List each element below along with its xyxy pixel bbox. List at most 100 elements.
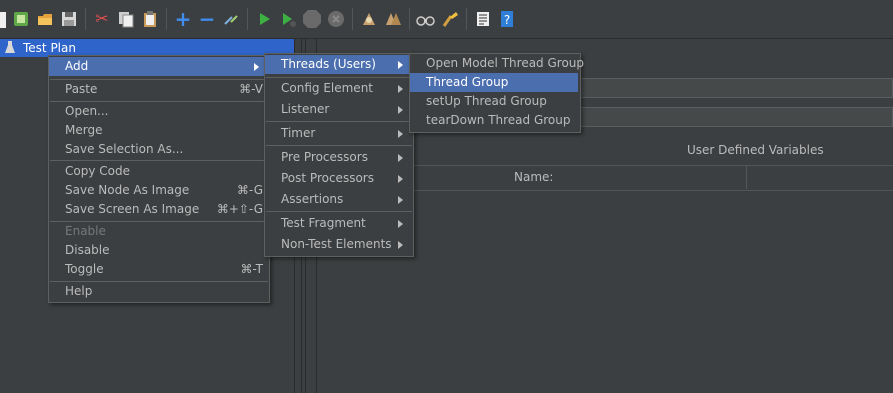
menu-separator xyxy=(266,211,412,212)
menu-item-pre-processors[interactable]: Pre Processors xyxy=(265,148,411,167)
stop-icon[interactable] xyxy=(301,8,323,30)
menu-item-threads[interactable]: Threads (Users) xyxy=(265,55,411,74)
menu-item-add[interactable]: Add xyxy=(49,57,267,76)
search-icon[interactable] xyxy=(415,8,437,30)
clear-all-icon[interactable] xyxy=(382,8,404,30)
menu-item-label: Assertions xyxy=(281,192,344,206)
menu-item-save-screen-image[interactable]: Save Screen As Image ⌘+⇧-G xyxy=(49,200,267,219)
toolbar-separator xyxy=(247,8,248,30)
menu-item-label: tearDown Thread Group xyxy=(426,113,571,127)
menu-item-save-selection[interactable]: Save Selection As... xyxy=(49,140,267,159)
menu-item-toggle[interactable]: Toggle ⌘-T xyxy=(49,260,267,279)
menu-separator xyxy=(266,145,412,146)
menu-item-copy-code[interactable]: Copy Code xyxy=(49,162,267,181)
menu-item-label: Paste xyxy=(65,82,98,96)
shortcut-label: ⌘-V xyxy=(239,82,263,96)
start-icon[interactable] xyxy=(253,8,275,30)
menu-separator xyxy=(50,160,268,161)
copy-icon[interactable] xyxy=(115,8,137,30)
menu-item-label: Timer xyxy=(281,126,316,140)
menu-item-label: Help xyxy=(65,284,93,298)
menu-item-label: Post Processors xyxy=(281,171,374,185)
menu-item-label: Save Node As Image xyxy=(65,183,190,197)
udv-label: User Defined Variables xyxy=(687,143,824,157)
expand-icon[interactable]: + xyxy=(172,8,194,30)
menu-item-help[interactable]: Help xyxy=(49,282,267,301)
menu-item-label: Disable xyxy=(65,243,110,257)
function-helper-icon[interactable] xyxy=(472,8,494,30)
reset-search-icon[interactable] xyxy=(439,8,461,30)
shutdown-icon[interactable] xyxy=(325,8,347,30)
shortcut-label: ⌘-G xyxy=(236,183,263,197)
threads-submenu: Open Model Thread Group Thread Group set… xyxy=(409,53,584,133)
save-icon[interactable] xyxy=(58,8,80,30)
menu-item-merge[interactable]: Merge xyxy=(49,121,267,140)
collapse-icon[interactable]: − xyxy=(196,8,218,30)
submenu-arrow-icon xyxy=(398,241,403,249)
menu-item-label: Enable xyxy=(65,224,106,238)
submenu-arrow-icon xyxy=(254,63,259,71)
menu-item-label: Config Element xyxy=(281,81,373,95)
menu-item-disable[interactable]: Disable xyxy=(49,241,267,260)
toolbar-separator xyxy=(166,8,167,30)
flask-icon xyxy=(4,40,18,57)
menu-item-label: Copy Code xyxy=(65,164,130,178)
name-column-header[interactable]: Name: xyxy=(514,170,553,184)
menu-item-paste[interactable]: Paste ⌘-V xyxy=(49,80,267,99)
shortcut-label: ⌘+⇧-G xyxy=(216,202,263,216)
menu-item-label: Pre Processors xyxy=(281,150,368,164)
paste-icon[interactable] xyxy=(139,8,161,30)
menu-separator xyxy=(266,77,412,78)
toolbar-separator xyxy=(466,8,467,30)
menu-item-listener[interactable]: Listener xyxy=(265,100,411,119)
submenu-arrow-icon xyxy=(398,85,403,93)
menu-item-label: Toggle xyxy=(65,262,104,276)
menu-item-label: Test Fragment xyxy=(281,216,366,230)
menu-item-timer[interactable]: Timer xyxy=(265,124,411,143)
toolbar-separator xyxy=(352,8,353,30)
context-menu: Add Paste ⌘-V Open... Merge Save Selecti… xyxy=(48,55,270,303)
menu-item-enable: Enable xyxy=(49,222,267,241)
column-divider xyxy=(746,165,747,189)
menu-item-config-element[interactable]: Config Element xyxy=(265,79,411,98)
start-no-pauses-icon[interactable] xyxy=(277,8,299,30)
submenu-arrow-icon xyxy=(398,61,403,69)
toolbar: ✂ + − ? xyxy=(0,0,893,39)
menu-item-assertions[interactable]: Assertions xyxy=(265,190,411,209)
clear-icon[interactable] xyxy=(358,8,380,30)
menu-item-label: Add xyxy=(65,59,89,73)
submenu-arrow-icon xyxy=(398,106,403,114)
templates-icon[interactable] xyxy=(10,8,32,30)
shortcut-label: ⌘-T xyxy=(240,262,263,276)
menu-item-label: Merge xyxy=(65,123,103,137)
toggle-icon[interactable] xyxy=(220,8,242,30)
menu-item-label: Thread Group xyxy=(426,75,509,89)
add-submenu: Threads (Users) Config Element Listener … xyxy=(264,53,414,257)
menu-item-label: Save Screen As Image xyxy=(65,202,200,216)
toolbar-separator xyxy=(85,8,86,30)
open-icon[interactable] xyxy=(34,8,56,30)
menu-item-test-fragment[interactable]: Test Fragment xyxy=(265,214,411,233)
help-icon[interactable]: ? xyxy=(496,8,518,30)
menu-item-label: Open Model Thread Group xyxy=(426,56,585,70)
submenu-arrow-icon xyxy=(398,220,403,228)
tree-item-label: Test Plan xyxy=(23,41,76,55)
menu-item-open-model-thread-group[interactable]: Open Model Thread Group xyxy=(410,54,584,73)
menu-item-label: Open... xyxy=(65,104,109,118)
menu-item-label: Save Selection As... xyxy=(65,142,184,156)
menu-item-open[interactable]: Open... xyxy=(49,102,267,121)
cut-icon[interactable]: ✂ xyxy=(91,8,113,30)
menu-item-setup-thread-group[interactable]: setUp Thread Group xyxy=(410,92,578,111)
svg-text:?: ? xyxy=(504,13,510,27)
menu-item-label: setUp Thread Group xyxy=(426,94,547,108)
menu-item-thread-group[interactable]: Thread Group xyxy=(410,73,578,92)
menu-item-label: Threads (Users) xyxy=(281,57,376,71)
new-icon[interactable] xyxy=(0,8,8,30)
menu-item-save-node-image[interactable]: Save Node As Image ⌘-G xyxy=(49,181,267,200)
toolbar-separator xyxy=(409,8,410,30)
menu-item-post-processors[interactable]: Post Processors xyxy=(265,169,411,188)
submenu-arrow-icon xyxy=(398,175,403,183)
menu-item-label: Non-Test Elements xyxy=(281,237,392,251)
menu-item-non-test-elements[interactable]: Non-Test Elements xyxy=(265,235,411,254)
menu-item-teardown-thread-group[interactable]: tearDown Thread Group xyxy=(410,111,578,130)
